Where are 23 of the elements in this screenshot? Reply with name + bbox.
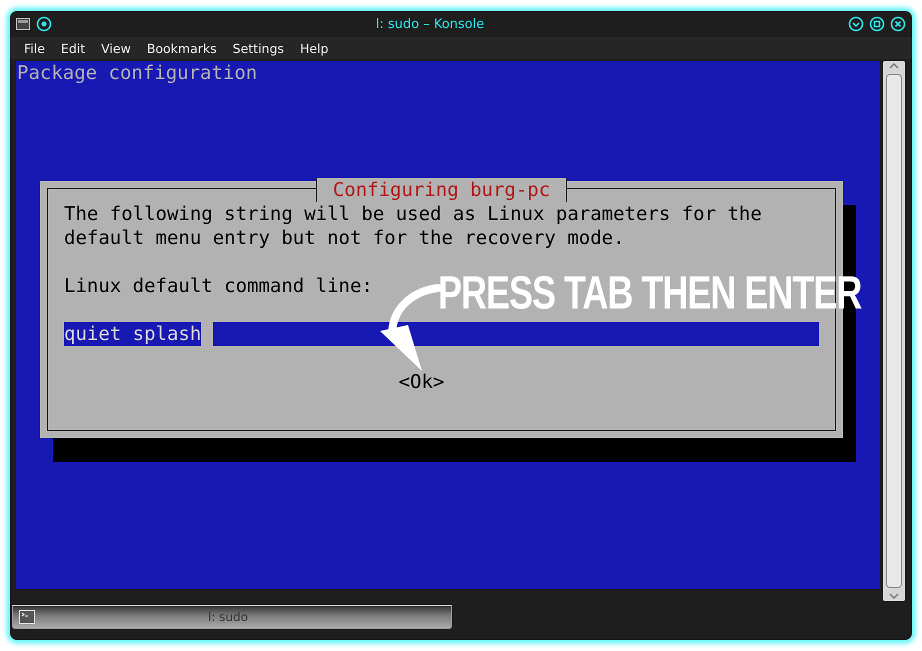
menu-item[interactable]: Bookmarks	[138, 40, 225, 56]
menu-item[interactable]: File	[16, 40, 53, 56]
window-title: l: sudo – Konsole	[374, 16, 486, 32]
menu-item[interactable]: Settings	[224, 40, 292, 56]
maximize-icon[interactable]	[869, 16, 885, 32]
prompt-label: Linux default command line:	[64, 274, 373, 298]
scroll-up-icon[interactable]	[887, 61, 901, 71]
scroll-down-icon[interactable]	[887, 591, 901, 601]
minimize-icon[interactable]	[848, 16, 864, 32]
menu-item[interactable]: View	[93, 40, 139, 56]
terminal-header: Package configuration	[16, 61, 258, 85]
curved-arrow-icon	[380, 284, 442, 371]
terminal-icon	[19, 610, 35, 624]
scrollbar[interactable]	[883, 61, 905, 601]
dialog-title: Configuring burg-pc	[316, 178, 568, 202]
close-icon[interactable]	[890, 16, 906, 32]
terminal-icon[interactable]	[16, 18, 30, 30]
menu-item[interactable]: Edit	[52, 40, 94, 56]
input-field[interactable]: quiet splash	[64, 322, 819, 346]
pin-icon[interactable]	[36, 16, 52, 32]
menu-item[interactable]: Help	[292, 40, 336, 56]
ok-button[interactable]: <Ok>	[398, 370, 444, 394]
dialog-message: The following string will be used as Linux parameters for the default menu entry but not for the recovery mode.	[64, 202, 763, 250]
